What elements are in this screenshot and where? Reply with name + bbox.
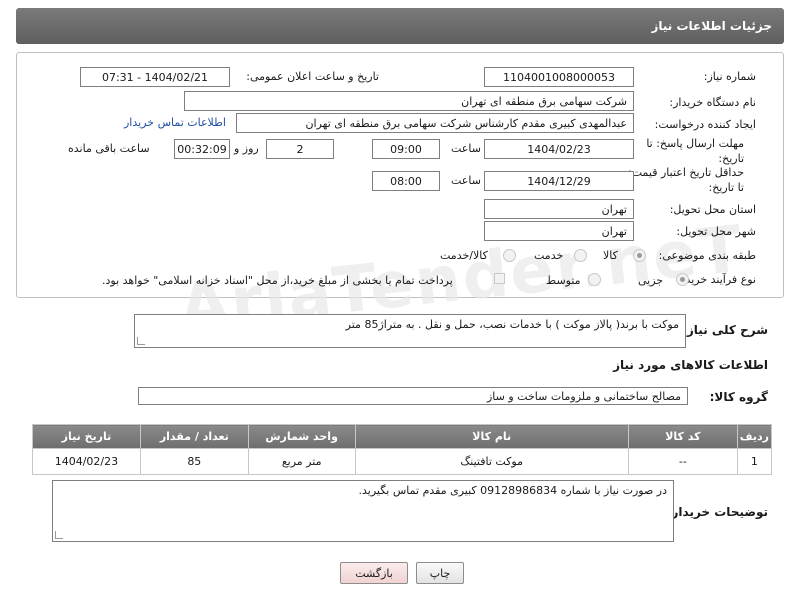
treasury-payment-checkbox[interactable] bbox=[494, 273, 505, 284]
col-header-name: نام کالا bbox=[354, 424, 629, 449]
category-option-goods: کالا bbox=[603, 249, 618, 262]
reply-date-field[interactable]: 1404/02/23 bbox=[484, 139, 634, 159]
cell-name: موکت تافتینگ bbox=[354, 448, 629, 475]
resize-handle-icon[interactable] bbox=[55, 531, 63, 539]
need-number-label: شماره نیاز: bbox=[703, 70, 756, 83]
buyer-notes-textarea[interactable]: در صورت نیاز با شماره 09128986834 کبیری … bbox=[52, 480, 674, 542]
category-radio-goods-service[interactable] bbox=[503, 249, 516, 262]
buyer-notes-label: توضیحات خریدار: bbox=[666, 505, 768, 519]
reply-time-field[interactable]: 09:00 bbox=[372, 139, 440, 159]
reply-days-field[interactable]: 2 bbox=[266, 139, 334, 159]
delivery-province-field[interactable]: تهران bbox=[484, 199, 634, 219]
announce-datetime-label: تاریخ و ساعت اعلان عمومی: bbox=[246, 70, 379, 83]
col-header-qty: تعداد / مقدار bbox=[139, 424, 249, 449]
reply-deadline-label: مهلت ارسال پاسخ: تا bbox=[646, 137, 744, 150]
cell-qty: 85 bbox=[139, 448, 249, 475]
requester-field[interactable]: عبدالمهدی کبیری مقدم کارشناس شرکت سهامی … bbox=[236, 113, 634, 133]
need-number-field[interactable]: 1104001008000053 bbox=[484, 67, 634, 87]
purchase-process-label: نوع فرآیند خرید : bbox=[678, 273, 756, 286]
page-title: جزئیات اطلاعات نیاز bbox=[651, 19, 772, 33]
buyer-org-field[interactable]: شرکت سهامی برق منطقه ای تهران bbox=[184, 91, 634, 111]
remaining-time-field[interactable]: 00:32:09 bbox=[174, 139, 230, 159]
buyer-org-label: نام دستگاه خریدار: bbox=[669, 96, 756, 109]
back-button[interactable]: بازگشت bbox=[340, 562, 408, 584]
process-option-minor: جزیی bbox=[638, 274, 664, 287]
goods-group-field[interactable]: مصالح ساختمانی و ملزومات ساخت و ساز bbox=[138, 387, 688, 405]
description-textarea[interactable]: موکت با برند( پالاز موکت ) با خدمات نصب،… bbox=[134, 314, 686, 348]
col-header-row: ردیف bbox=[736, 424, 773, 449]
goods-table: ردیف کد کالا نام کالا واحد شمارش تعداد /… bbox=[32, 424, 773, 475]
delivery-city-field[interactable]: تهران bbox=[484, 221, 634, 241]
category-label: طبقه بندی موضوعی: bbox=[658, 249, 756, 262]
process-option-medium: متوسط bbox=[546, 274, 581, 287]
col-header-code: کد کالا bbox=[627, 424, 738, 449]
buyer-contact-link[interactable]: اطلاعات تماس خریدار bbox=[124, 116, 226, 129]
page-header: جزئیات اطلاعات نیاز bbox=[16, 8, 784, 44]
announce-datetime-field[interactable]: 1404/02/21 - 07:31 bbox=[80, 67, 230, 87]
treasury-payment-note: پرداخت تمام یا بخشی از مبلغ خرید،از محل … bbox=[102, 274, 453, 287]
print-button[interactable]: چاپ bbox=[416, 562, 464, 584]
goods-section-title: اطلاعات کالاهای مورد نیاز bbox=[613, 358, 768, 372]
process-radio-minor[interactable] bbox=[676, 273, 689, 286]
resize-handle-icon[interactable] bbox=[137, 337, 145, 345]
category-radio-goods[interactable] bbox=[633, 249, 646, 262]
goods-table-header: ردیف کد کالا نام کالا واحد شمارش تعداد /… bbox=[32, 424, 773, 449]
delivery-province-label: استان محل تحویل: bbox=[669, 203, 756, 216]
delivery-city-label: شهر محل تحویل: bbox=[676, 225, 756, 238]
cell-code: -- bbox=[627, 448, 738, 475]
price-validity-time-label: ساعت bbox=[451, 174, 481, 187]
category-radio-service[interactable] bbox=[574, 249, 587, 262]
requester-label: ایجاد کننده درخواست: bbox=[654, 118, 756, 131]
reply-time-label: ساعت bbox=[451, 142, 481, 155]
price-validity-label-2: تا تاریخ: bbox=[708, 181, 744, 194]
buyer-notes-text: در صورت نیاز با شماره 09128986834 کبیری … bbox=[358, 484, 667, 497]
cell-unit: متر مربع bbox=[247, 448, 356, 475]
price-validity-date-field[interactable]: 1404/12/29 bbox=[484, 171, 634, 191]
category-option-service: خدمت bbox=[534, 249, 564, 262]
goods-group-label: گروه کالا: bbox=[709, 390, 768, 404]
col-header-unit: واحد شمارش bbox=[247, 424, 356, 449]
table-row[interactable]: 1 -- موکت تافتینگ متر مربع 85 1404/02/23 bbox=[32, 448, 773, 475]
cell-row: 1 bbox=[736, 448, 773, 475]
description-text: موکت با برند( پالاز موکت ) با خدمات نصب،… bbox=[345, 318, 679, 331]
category-option-goods-service: کالا/خدمت bbox=[440, 249, 488, 262]
remaining-time-label: ساعت باقی مانده bbox=[68, 142, 150, 155]
reply-deadline-label-2: تاریخ: bbox=[718, 152, 744, 165]
process-radio-medium[interactable] bbox=[588, 273, 601, 286]
price-validity-label: حداقل تاریخ اعتبار قیمت: bbox=[628, 166, 744, 179]
description-label: شرح کلی نیاز: bbox=[682, 323, 768, 337]
col-header-date: تاریخ نیاز bbox=[32, 424, 141, 449]
reply-days-label: روز و bbox=[234, 142, 259, 155]
cell-date: 1404/02/23 bbox=[32, 448, 141, 475]
price-validity-time-field[interactable]: 08:00 bbox=[372, 171, 440, 191]
